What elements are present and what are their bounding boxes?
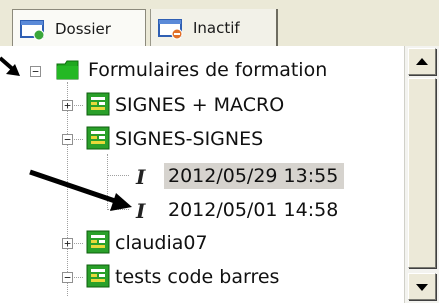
tree-item-tests-code-barres[interactable]: tests code barres bbox=[115, 264, 279, 290]
tree-item-signes-signes[interactable]: SIGNES-SIGNES bbox=[115, 126, 263, 152]
window-error-icon bbox=[158, 18, 183, 39]
form-icon bbox=[86, 92, 110, 116]
tree-connector bbox=[107, 175, 129, 176]
collapse-toggle[interactable]: − bbox=[62, 272, 73, 283]
tree-item-claudia07[interactable]: claudia07 bbox=[115, 230, 208, 256]
minus-icon: − bbox=[32, 65, 39, 78]
form-icon bbox=[86, 126, 110, 150]
minus-icon: − bbox=[64, 133, 71, 146]
arrow-down-icon bbox=[416, 284, 428, 291]
italic-i-icon: I bbox=[136, 165, 146, 189]
expand-toggle[interactable]: + bbox=[62, 100, 73, 111]
expand-toggle[interactable]: + bbox=[62, 238, 73, 249]
plus-icon: + bbox=[64, 99, 71, 112]
minus-icon: − bbox=[64, 271, 71, 284]
plus-icon: + bbox=[64, 237, 71, 250]
tab-strip: Dossier Inactif bbox=[0, 0, 439, 47]
arrow-up-icon bbox=[416, 58, 428, 65]
folder-icon bbox=[56, 60, 79, 80]
tab-inactif[interactable]: Inactif bbox=[150, 9, 278, 46]
form-icon bbox=[86, 230, 110, 254]
window-icon bbox=[20, 19, 45, 40]
tree-item-record-20120529[interactable]: 2012/05/29 13:55 bbox=[164, 163, 345, 189]
root-collapse-toggle[interactable]: − bbox=[30, 66, 41, 77]
tree-connector bbox=[107, 154, 108, 210]
scroll-down-button[interactable] bbox=[408, 273, 436, 300]
scroll-up-button[interactable] bbox=[408, 48, 436, 75]
tree-item-record-20120501[interactable]: 2012/05/01 14:58 bbox=[168, 197, 338, 223]
tree-view: − Formulaires de formation + SIGNES + MA… bbox=[0, 46, 404, 303]
tab-inactif-label: Inactif bbox=[193, 18, 240, 37]
tree-connector bbox=[67, 82, 68, 296]
tab-dossier[interactable]: Dossier bbox=[12, 9, 146, 47]
tab-dossier-label: Dossier bbox=[55, 19, 111, 38]
tree-connector bbox=[107, 209, 129, 210]
form-icon bbox=[86, 264, 110, 288]
scroll-thumb[interactable] bbox=[408, 78, 436, 268]
italic-i-icon: I bbox=[136, 199, 146, 223]
explorer-panel: Dossier Inactif − Formulaires de formati… bbox=[0, 0, 439, 303]
tree-root-label[interactable]: Formulaires de formation bbox=[88, 57, 327, 83]
vertical-scrollbar[interactable] bbox=[404, 46, 439, 303]
collapse-toggle[interactable]: − bbox=[62, 134, 73, 145]
tree-item-signes-macro[interactable]: SIGNES + MACRO bbox=[115, 92, 284, 118]
